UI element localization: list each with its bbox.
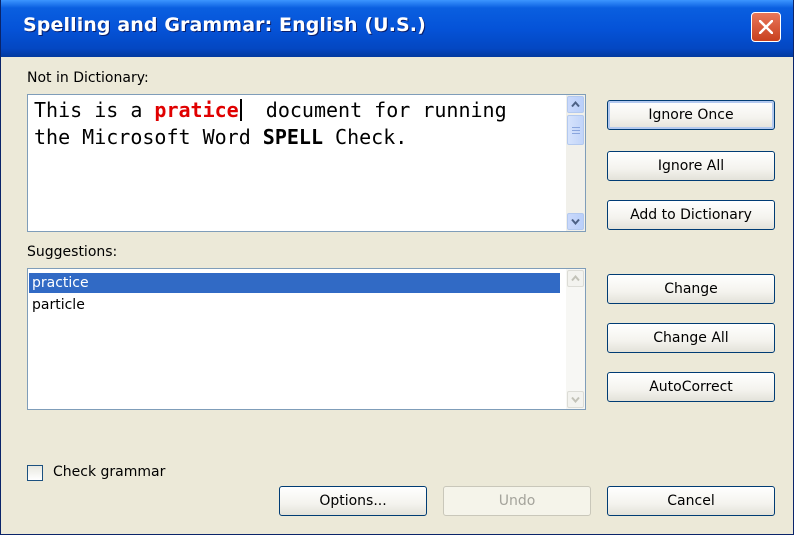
scroll-down-button — [567, 391, 584, 408]
not-in-dictionary-label: Not in Dictionary: — [27, 70, 149, 86]
suggestions-list[interactable]: practice particle — [27, 268, 586, 410]
suggestion-item-selected[interactable]: practice — [29, 273, 560, 293]
scroll-thumb[interactable] — [567, 115, 584, 145]
sentence-text[interactable]: This is a pratice document for running t… — [34, 97, 554, 151]
ignore-once-button[interactable]: Ignore Once — [607, 100, 775, 130]
check-grammar-label[interactable]: Check grammar — [53, 464, 165, 480]
bold-text-segment: SPELL — [262, 125, 323, 149]
spelling-grammar-dialog: Spelling and Grammar: English (U.S.) Not… — [0, 0, 794, 535]
text-segment: Check. — [323, 125, 408, 149]
suggestions-label: Suggestions: — [27, 244, 118, 260]
thumb-grip — [572, 133, 580, 134]
thumb-grip — [572, 130, 580, 131]
thumb-grip — [572, 127, 580, 128]
textbox-scrollbar[interactable] — [566, 95, 585, 231]
window-title: Spelling and Grammar: English (U.S.) — [23, 14, 426, 36]
ignore-all-button[interactable]: Ignore All — [607, 151, 775, 181]
suggestions-scrollbar — [566, 269, 585, 409]
text-segment: This is a — [34, 98, 155, 122]
change-all-button[interactable]: Change All — [607, 323, 775, 353]
undo-button[interactable]: Undo — [443, 486, 591, 516]
scroll-up-button[interactable] — [567, 96, 584, 113]
misspelled-word: pratice — [154, 98, 239, 122]
autocorrect-button[interactable]: AutoCorrect — [607, 372, 775, 402]
options-button[interactable]: Options... — [279, 486, 427, 516]
change-button[interactable]: Change — [607, 274, 775, 304]
check-grammar-checkbox[interactable] — [27, 465, 43, 481]
suggestion-item[interactable]: particle — [29, 295, 560, 315]
add-to-dictionary-button[interactable]: Add to Dictionary — [607, 200, 775, 230]
close-button[interactable] — [751, 12, 781, 42]
cancel-button[interactable]: Cancel — [607, 486, 775, 516]
title-bar[interactable]: Spelling and Grammar: English (U.S.) — [1, 0, 793, 57]
not-in-dictionary-textbox[interactable]: This is a pratice document for running t… — [27, 94, 586, 232]
scroll-down-button[interactable] — [567, 213, 584, 230]
scroll-up-button — [567, 270, 584, 287]
